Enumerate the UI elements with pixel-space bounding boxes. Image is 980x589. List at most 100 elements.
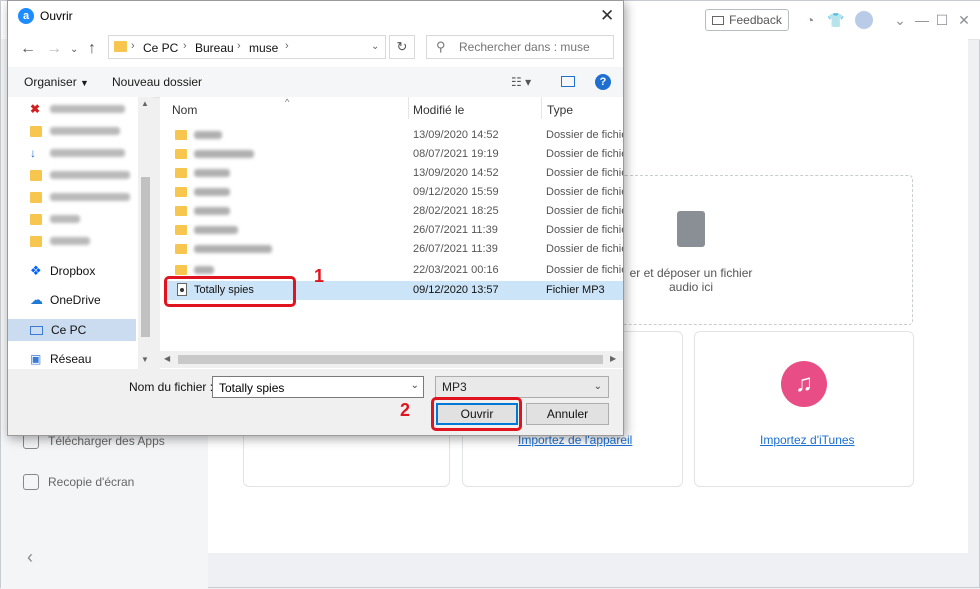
drop-zone[interactable] <box>621 175 913 325</box>
nav-item-blurred[interactable] <box>30 187 130 207</box>
search-box[interactable]: ⚲ <box>426 35 614 59</box>
scroll-left-icon[interactable]: ◀ <box>164 354 170 363</box>
chevron-down-icon[interactable]: ⌄ <box>891 11 909 29</box>
table-row[interactable]: 28/02/2021 18:25 Dossier de fichiers <box>166 202 623 221</box>
audio-file-icon <box>677 211 705 247</box>
dialog-close-icon[interactable]: ✕ <box>600 6 614 26</box>
collapse-arrow-icon[interactable]: ‹ <box>27 547 33 568</box>
tshirt-icon[interactable]: 👕 <box>827 11 845 29</box>
table-row[interactable]: 13/09/2020 14:52 Dossier de fichiers <box>166 126 623 145</box>
nav-item-onedrive[interactable]: ☁ OneDrive <box>30 290 101 310</box>
blurred-label <box>50 171 130 179</box>
search-input[interactable] <box>457 39 611 55</box>
scroll-up-icon[interactable]: ▲ <box>141 99 149 108</box>
screen-mirror-icon <box>23 474 39 490</box>
nav-item-blurred[interactable] <box>30 165 130 185</box>
folder-icon <box>30 125 42 137</box>
recent-dropdown-icon[interactable]: ⌄ <box>70 44 78 55</box>
scroll-right-icon[interactable]: ▶ <box>610 354 616 363</box>
scroll-thumb[interactable] <box>141 177 150 337</box>
blurred-name <box>194 224 238 237</box>
chevron-right-icon: › <box>183 40 187 52</box>
breadcrumb-ce-pc[interactable]: Ce PC <box>143 41 178 55</box>
nav-item-reseau[interactable]: ▣ Réseau <box>30 349 91 369</box>
card-itunes[interactable] <box>694 331 914 487</box>
avatar[interactable] <box>855 11 873 29</box>
breadcrumb-muse[interactable]: muse <box>249 41 278 55</box>
table-row[interactable]: 09/12/2020 15:59 Dossier de fichiers <box>166 183 623 202</box>
feedback-label: Feedback <box>729 13 782 27</box>
chevron-down-icon[interactable]: ⌄ <box>411 380 419 391</box>
open-dialog: a Ouvrir ✕ ← → ⌄ ↑ › Ce PC › Bureau › mu… <box>7 0 624 436</box>
column-divider[interactable] <box>541 97 542 119</box>
address-bar[interactable]: › Ce PC › Bureau › muse › ⌄ <box>108 35 386 59</box>
nav-item-blurred[interactable] <box>30 209 80 229</box>
file-date: 08/07/2021 19:19 <box>413 148 499 160</box>
help-icon[interactable]: ? <box>595 74 611 90</box>
table-row[interactable]: 26/07/2021 11:39 Dossier de fichiers <box>166 221 623 240</box>
file-type: Dossier de fichiers <box>546 264 623 276</box>
blurred-label <box>50 127 120 135</box>
import-itunes-link[interactable]: Importez d'iTunes <box>760 433 855 447</box>
file-date: 28/02/2021 18:25 <box>413 205 499 217</box>
minimize-icon[interactable]: — <box>913 11 931 29</box>
blurred-label <box>50 215 80 223</box>
file-type: Dossier de fichiers <box>546 186 623 198</box>
forward-arrow-icon[interactable]: → <box>46 40 62 58</box>
blurred-name <box>194 167 230 180</box>
chevron-down-icon: ⌄ <box>593 381 602 392</box>
blurred-name <box>194 243 272 256</box>
folder-icon <box>30 235 42 247</box>
table-row[interactable]: 08/07/2021 19:19 Dossier de fichiers <box>166 145 623 164</box>
nav-item-label: Ce PC <box>51 323 87 337</box>
nav-item-blurred[interactable] <box>30 121 120 141</box>
file-date: 13/09/2020 14:52 <box>413 167 499 179</box>
cancel-button[interactable]: Annuler <box>526 403 609 425</box>
filename-field[interactable]: ⌄ <box>212 376 424 398</box>
preview-pane-icon[interactable] <box>561 76 575 87</box>
filetype-value: MP3 <box>442 380 467 394</box>
scroll-down-icon[interactable]: ▼ <box>141 355 149 364</box>
blurred-label <box>50 237 90 245</box>
sidebar-item-mirror[interactable]: Recopie d'écran <box>23 474 134 490</box>
bell-icon[interactable]: ◔ <box>801 11 819 29</box>
new-folder-button[interactable]: Nouveau dossier <box>112 75 202 89</box>
column-type[interactable]: Type <box>547 103 573 117</box>
nav-item-dropbox[interactable]: ❖ Dropbox <box>30 261 95 281</box>
file-date: 22/03/2021 00:16 <box>413 264 499 276</box>
nav-item-label: Réseau <box>50 352 92 366</box>
nav-item-blurred[interactable] <box>30 231 90 251</box>
table-row[interactable]: 26/07/2021 11:39 Dossier de fichiers <box>166 240 623 259</box>
column-name[interactable]: Nom <box>172 103 197 117</box>
nav-item-downloads[interactable]: ↓ <box>30 143 125 163</box>
view-options-icon[interactable]: ☷ ▾ <box>511 75 531 89</box>
breadcrumb-bureau[interactable]: Bureau <box>195 41 234 55</box>
column-divider[interactable] <box>408 97 409 119</box>
organize-label: Organiser <box>24 75 77 89</box>
file-date: 09/12/2020 15:59 <box>413 186 499 198</box>
file-date: 13/09/2020 14:52 <box>413 129 499 141</box>
folder-icon <box>30 169 42 181</box>
column-modified[interactable]: Modifié le <box>413 103 464 117</box>
folder-icon <box>30 213 42 225</box>
chevron-down-icon[interactable]: ⌄ <box>371 41 379 52</box>
organize-button[interactable]: Organiser ▼ <box>24 75 89 89</box>
nav-scrollbar[interactable]: ▲ ▼ <box>138 97 153 369</box>
close-icon[interactable]: ✕ <box>955 11 973 29</box>
dialog-toolbar: Organiser ▼ Nouveau dossier ☷ ▾ ? <box>8 67 623 98</box>
table-row[interactable]: 13/09/2020 14:52 Dossier de fichiers <box>166 164 623 183</box>
horizontal-scrollbar[interactable]: ◀ ▶ <box>160 351 623 368</box>
dialog-navbar: ← → ⌄ ↑ › Ce PC › Bureau › muse › ⌄ ↻ ⚲ <box>8 31 623 67</box>
scroll-thumb[interactable] <box>178 355 603 364</box>
nav-item-ce-pc[interactable]: Ce PC <box>30 320 86 340</box>
nav-item-blurred[interactable]: ✖ <box>30 99 125 119</box>
maximize-icon[interactable]: ☐ <box>933 11 951 29</box>
folder-icon <box>175 187 187 197</box>
refresh-button[interactable]: ↻ <box>389 35 415 59</box>
folder-icon <box>175 130 187 140</box>
back-arrow-icon[interactable]: ← <box>20 40 36 58</box>
up-arrow-icon[interactable]: ↑ <box>88 40 96 58</box>
feedback-button[interactable]: Feedback <box>705 9 789 31</box>
filetype-select[interactable]: MP3 ⌄ <box>435 376 609 398</box>
filename-input[interactable] <box>217 380 401 396</box>
